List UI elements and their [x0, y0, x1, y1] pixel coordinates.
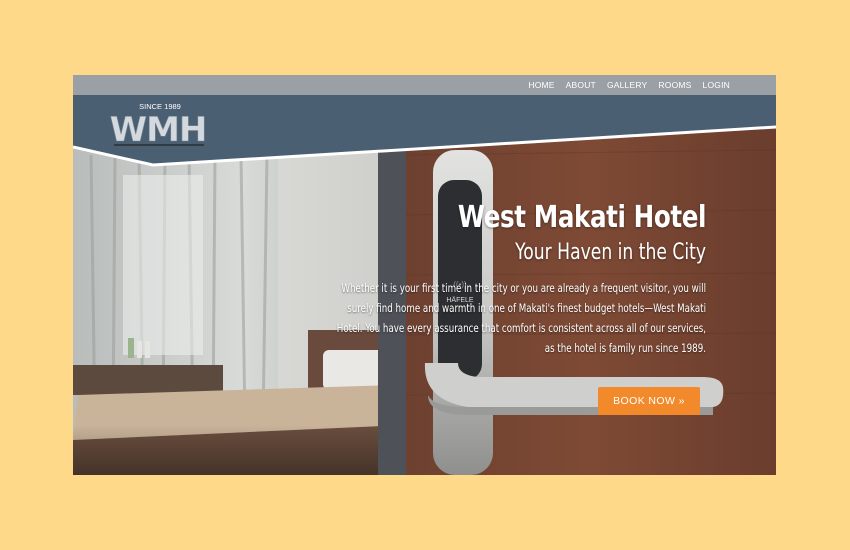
logo-wordmark: WMH: [110, 110, 207, 150]
hero-text-block: West Makati Hotel Your Haven in the City…: [326, 200, 707, 358]
website-frame: ((•)) HÄFELE HOME ABOUT GALLERY ROOMS LO…: [73, 75, 776, 475]
nav-rooms[interactable]: ROOMS: [658, 80, 691, 90]
wmh-logo[interactable]: SINCE 1989 WMH: [108, 99, 208, 153]
hero-subtitle: Your Haven in the City: [515, 240, 706, 265]
nav-gallery[interactable]: GALLERY: [607, 80, 647, 90]
nav-about[interactable]: ABOUT: [566, 80, 596, 90]
hero-title: West Makati Hotel: [457, 200, 707, 235]
book-now-button[interactable]: BOOK NOW »: [598, 387, 700, 415]
hero-description: Whether it is your first time in the cit…: [336, 281, 706, 355]
main-nav: HOME ABOUT GALLERY ROOMS LOGIN: [528, 75, 730, 95]
nav-login[interactable]: LOGIN: [703, 80, 730, 90]
top-bar: HOME ABOUT GALLERY ROOMS LOGIN: [73, 75, 776, 95]
nav-home[interactable]: HOME: [528, 80, 554, 90]
